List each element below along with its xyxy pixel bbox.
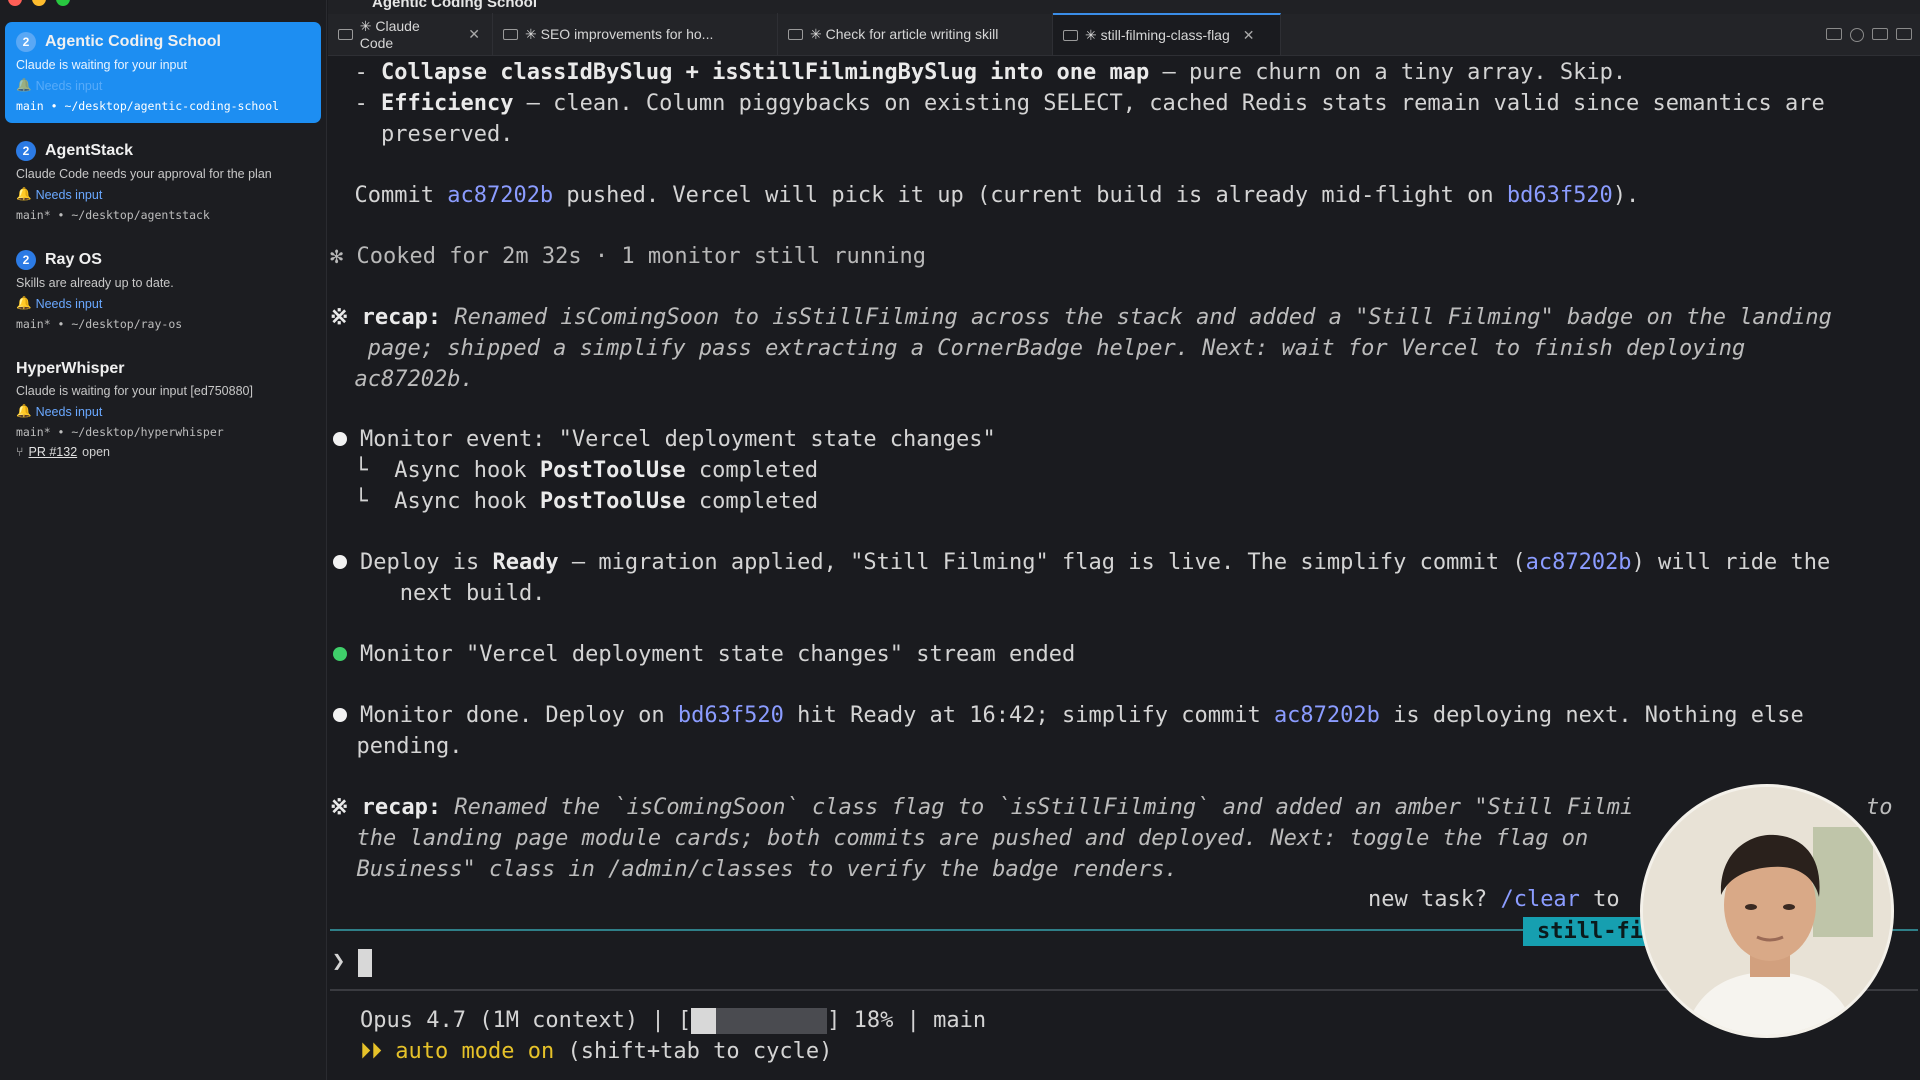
status-line: Opus 4.7 (1M context) | [] 18% | main bbox=[360, 1008, 987, 1034]
session-ray-os[interactable]: 2 Ray OS Skills are already up to date. … bbox=[5, 240, 321, 341]
terminal-icon bbox=[788, 28, 803, 40]
pull-request-link[interactable]: PR #132 bbox=[29, 445, 78, 459]
deploy-line: next build. bbox=[360, 581, 546, 606]
fast-forward-icon: ⏵⏵ bbox=[360, 1039, 383, 1064]
commit-hash: ac87202b bbox=[1273, 703, 1380, 728]
status-dot bbox=[333, 432, 347, 446]
window-title: Agentic Coding School bbox=[372, 0, 537, 11]
recap-line: ac87202b. bbox=[328, 367, 474, 392]
commit-line: Commit ac87202b pushed. Vercel will pick… bbox=[328, 183, 1640, 208]
terminal-layout-icon[interactable] bbox=[1826, 28, 1842, 40]
hook-line: └ Async hook PostToolUse completed bbox=[328, 489, 819, 514]
terminal-line: - Efficiency — clean. Column piggybacks … bbox=[328, 91, 1825, 116]
new-task-hint: new task? /clear to bbox=[1368, 887, 1620, 912]
session-hyperwhisper[interactable]: HyperWhisper Claude is waiting for your … bbox=[5, 350, 321, 469]
session-title: Ray OS bbox=[45, 251, 102, 268]
session-status: Claude is waiting for your input bbox=[16, 58, 187, 72]
tab-still-filming-class-flag[interactable]: ✳ still-filming-class-flag ✕ bbox=[1053, 13, 1281, 55]
split-view-icon[interactable] bbox=[1872, 28, 1888, 40]
terminal-line: - Collapse classIdBySlug + isStillFilmin… bbox=[328, 60, 1627, 85]
status-dot bbox=[333, 708, 347, 722]
sidebar: 2 Agentic Coding School Claude is waitin… bbox=[0, 0, 327, 1080]
tab-label: ✳ Check for article writing skill bbox=[810, 25, 999, 42]
session-count-badge: 2 bbox=[16, 250, 36, 270]
needs-input-indicator: 🔔 Needs input bbox=[16, 78, 103, 93]
monitor-done: pending. bbox=[330, 734, 463, 759]
session-branch: main* • ~/desktop/ray-os bbox=[16, 317, 183, 331]
zoom-window-button[interactable] bbox=[56, 0, 70, 6]
success-dot bbox=[333, 647, 347, 661]
session-agentic-coding-school[interactable]: 2 Agentic Coding School Claude is waitin… bbox=[5, 22, 321, 123]
commit-hash: bd63f520 bbox=[1506, 183, 1613, 208]
session-branch: main • ~/desktop/agentic-coding-school bbox=[16, 99, 280, 113]
session-status: Claude is waiting for your input [ed7508… bbox=[16, 384, 253, 398]
layout-controls bbox=[1826, 28, 1912, 42]
hook-line: └ Async hook PostToolUse completed bbox=[328, 458, 819, 483]
bell-icon: 🔔 bbox=[16, 404, 32, 418]
needs-input-indicator: 🔔 Needs input bbox=[16, 296, 103, 311]
tab-label: ✳ SEO improvements for ho... bbox=[525, 25, 714, 42]
terminal-icon bbox=[338, 28, 353, 40]
bell-icon: 🔔 bbox=[16, 78, 32, 92]
session-title: AgentStack bbox=[45, 142, 134, 159]
session-title: Agentic Coding School bbox=[45, 33, 221, 50]
auto-mode-line[interactable]: ⏵⏵ auto mode on (shift+tab to cycle) bbox=[360, 1039, 832, 1064]
minimize-window-button[interactable] bbox=[32, 0, 46, 6]
deploy-line: Deploy is Ready — migration applied, "St… bbox=[360, 550, 1831, 575]
recap-line: to bbox=[1866, 795, 1893, 820]
prompt-symbol: ❯ bbox=[332, 949, 346, 974]
session-branch: main* • ~/desktop/hyperwhisper bbox=[16, 425, 224, 439]
title-bar bbox=[328, 0, 1920, 14]
recap-line: the landing page module cards; both comm… bbox=[330, 826, 1589, 851]
commit-hash: ac87202b bbox=[447, 183, 554, 208]
recap-block: ※ recap: Renamed the `isComingSoon` clas… bbox=[330, 795, 1634, 820]
session-agentstack[interactable]: 2 AgentStack Claude Code needs your appr… bbox=[5, 131, 321, 232]
needs-input-indicator: 🔔 Needs input bbox=[16, 187, 103, 202]
window-controls bbox=[8, 0, 70, 6]
close-window-button[interactable] bbox=[8, 0, 22, 6]
monitor-done: Monitor done. Deploy on bd63f520 hit Rea… bbox=[360, 703, 1804, 728]
session-count-badge: 2 bbox=[16, 32, 36, 52]
status-dot bbox=[333, 555, 347, 569]
branch-badge: still-fi bbox=[1523, 917, 1657, 946]
session-status: Claude Code needs your approval for the … bbox=[16, 167, 272, 181]
needs-input-indicator: 🔔 Needs input bbox=[16, 404, 103, 419]
stream-ended: Monitor "Vercel deployment state changes… bbox=[360, 642, 1076, 667]
tab-article-writing-skill[interactable]: ✳ Check for article writing skill bbox=[778, 13, 1053, 55]
tab-seo-improvements[interactable]: ✳ SEO improvements for ho... bbox=[493, 13, 778, 55]
presenter-avatar bbox=[1643, 787, 1891, 1035]
recap-block: ※ recap: Renamed isComingSoon to isStill… bbox=[330, 305, 1832, 330]
globe-icon[interactable] bbox=[1850, 28, 1864, 42]
session-status: Skills are already up to date. bbox=[16, 276, 174, 290]
sidebar-toggle-icon[interactable] bbox=[1896, 28, 1912, 40]
tab-bar: ✳ Claude Code ✕ ✳ SEO improvements for h… bbox=[328, 13, 1920, 56]
tab-label: ✳ still-filming-class-flag bbox=[1085, 26, 1230, 43]
recap-line: Business" class in /admin/classes to ver… bbox=[330, 857, 1178, 882]
monitor-event: Monitor event: "Vercel deployment state … bbox=[360, 427, 996, 452]
commit-hash: ac87202b bbox=[1525, 550, 1632, 575]
context-progress-fill bbox=[691, 1008, 716, 1034]
recap-line: page; shipped a simplify pass extracting… bbox=[328, 336, 1746, 361]
terminal-line: preserved. bbox=[328, 122, 514, 147]
pull-request-state: open bbox=[82, 445, 110, 459]
commit-hash: bd63f520 bbox=[677, 703, 784, 728]
close-icon[interactable]: ✕ bbox=[468, 26, 480, 43]
close-icon[interactable]: ✕ bbox=[1243, 27, 1255, 44]
clear-command: /clear bbox=[1500, 887, 1580, 912]
session-title: HyperWhisper bbox=[16, 360, 125, 377]
tab-label: ✳ Claude Code bbox=[359, 17, 420, 51]
webcam-overlay bbox=[1640, 784, 1894, 1038]
session-count-badge: 2 bbox=[16, 141, 36, 161]
terminal-icon bbox=[503, 28, 518, 40]
bell-icon: 🔔 bbox=[16, 187, 32, 201]
bell-icon: 🔔 bbox=[16, 296, 32, 310]
tab-claude-code[interactable]: ✳ Claude Code ✕ bbox=[328, 13, 493, 55]
context-progress-bar bbox=[691, 1008, 828, 1034]
session-branch: main* • ~/desktop/agentstack bbox=[16, 208, 210, 222]
cooked-status: ✻ Cooked for 2m 32s · 1 monitor still ru… bbox=[330, 244, 927, 269]
terminal-icon bbox=[1063, 29, 1078, 41]
pull-request-icon: ⑂ bbox=[16, 445, 24, 459]
text-cursor[interactable] bbox=[358, 949, 372, 977]
pull-request-status: ⑂ PR #132 open bbox=[16, 445, 310, 459]
